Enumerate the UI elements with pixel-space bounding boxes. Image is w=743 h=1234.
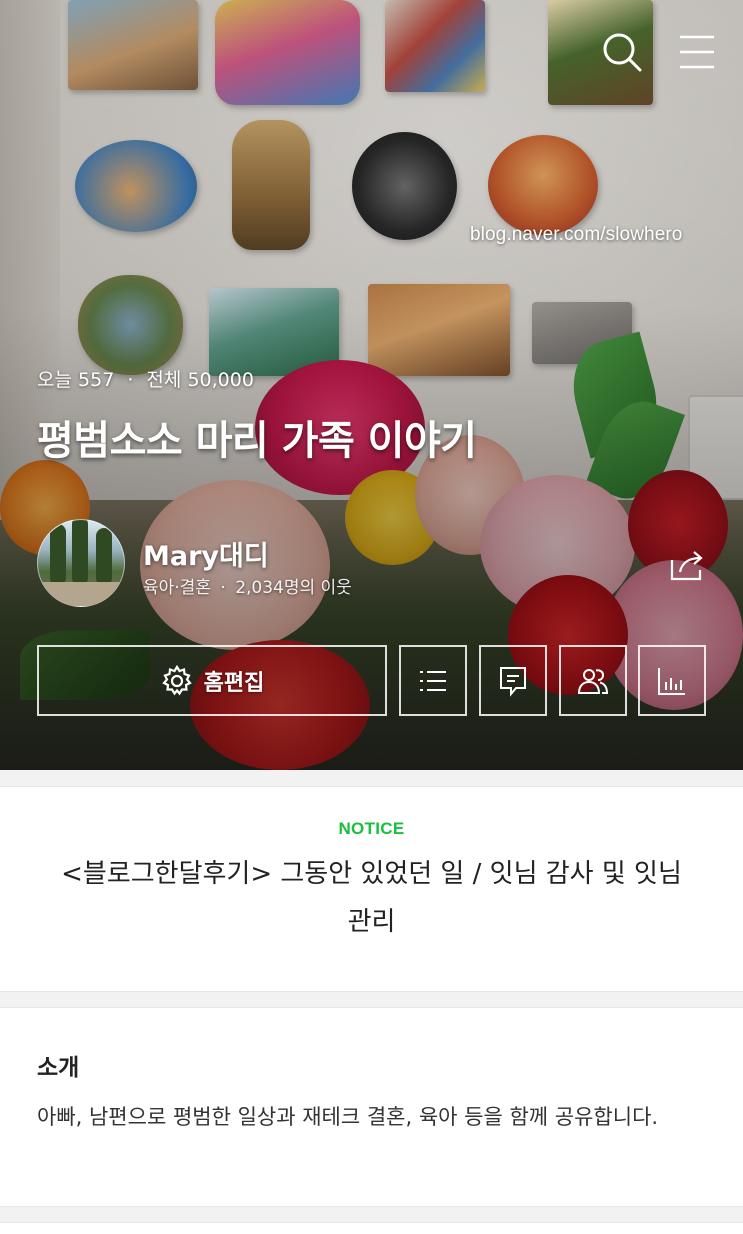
intro-text: 아빠, 남편으로 평범한 일상과 재테크 결혼, 육아 등을 함께 공유합니다.: [37, 1105, 659, 1129]
blog-title: 평범소소 마리 가족 이야기: [37, 418, 477, 464]
share-icon: [670, 551, 703, 581]
avatar-path: [38, 582, 124, 606]
list-icon: [420, 670, 446, 691]
notice-tag: NOTICE: [338, 819, 405, 838]
neighbor-count[interactable]: 2,034명의 이웃: [235, 578, 352, 598]
total-count: 50,000: [187, 369, 254, 391]
nickname[interactable]: Mary대디: [143, 534, 269, 573]
menu-button[interactable]: [676, 32, 718, 72]
blog-meta: 육아·결혼 · 2,034명의 이웃: [143, 573, 352, 598]
total-label: 전체: [146, 369, 182, 391]
search-icon: [603, 33, 642, 72]
visitor-counts: 오늘 557 · 전체 50,000: [37, 365, 254, 392]
separator-dot: ·: [220, 578, 226, 598]
comment-icon: [500, 666, 526, 697]
avatar-tree: [50, 524, 66, 586]
home-edit-button[interactable]: 홈편집: [37, 645, 387, 716]
today-count: 557: [78, 369, 115, 391]
blog-category: 육아·결혼: [143, 578, 211, 598]
hamburger-menu-icon: [680, 35, 714, 69]
post-list-button[interactable]: [399, 645, 467, 716]
stats-button[interactable]: [638, 645, 706, 716]
stats-icon: [658, 667, 685, 695]
gear-icon: [161, 664, 192, 695]
home-edit-label: 홈편집: [203, 670, 265, 696]
share-button[interactable]: [668, 548, 706, 582]
separator-dot: ·: [127, 369, 134, 391]
avatar[interactable]: [37, 519, 125, 607]
notice-title[interactable]: <블로그한달후기> 그동안 있었던 일 / 잇님 감사 및 잇님 관리: [60, 850, 683, 946]
intro-card: 소개 아빠, 남편으로 평범한 일상과 재테크 결혼, 육아 등을 함께 공유합…: [0, 1007, 743, 1207]
guestbook-button[interactable]: [479, 645, 547, 716]
avatar-tree: [72, 520, 88, 586]
today-label: 오늘: [37, 369, 72, 391]
neighbors-icon: [577, 668, 609, 694]
blog-cover: blog.naver.com/slowhero 오늘 557 · 전체 50,0…: [0, 0, 743, 770]
intro-heading: 소개: [37, 1055, 80, 1081]
blog-url: blog.naver.com/slowhero: [470, 224, 683, 245]
notice-card[interactable]: NOTICE <블로그한달후기> 그동안 있었던 일 / 잇님 감사 및 잇님 …: [0, 786, 743, 992]
avatar-tree: [96, 528, 112, 586]
search-button[interactable]: [600, 30, 644, 74]
next-card-edge: [0, 1222, 743, 1234]
neighbors-button[interactable]: [559, 645, 627, 716]
